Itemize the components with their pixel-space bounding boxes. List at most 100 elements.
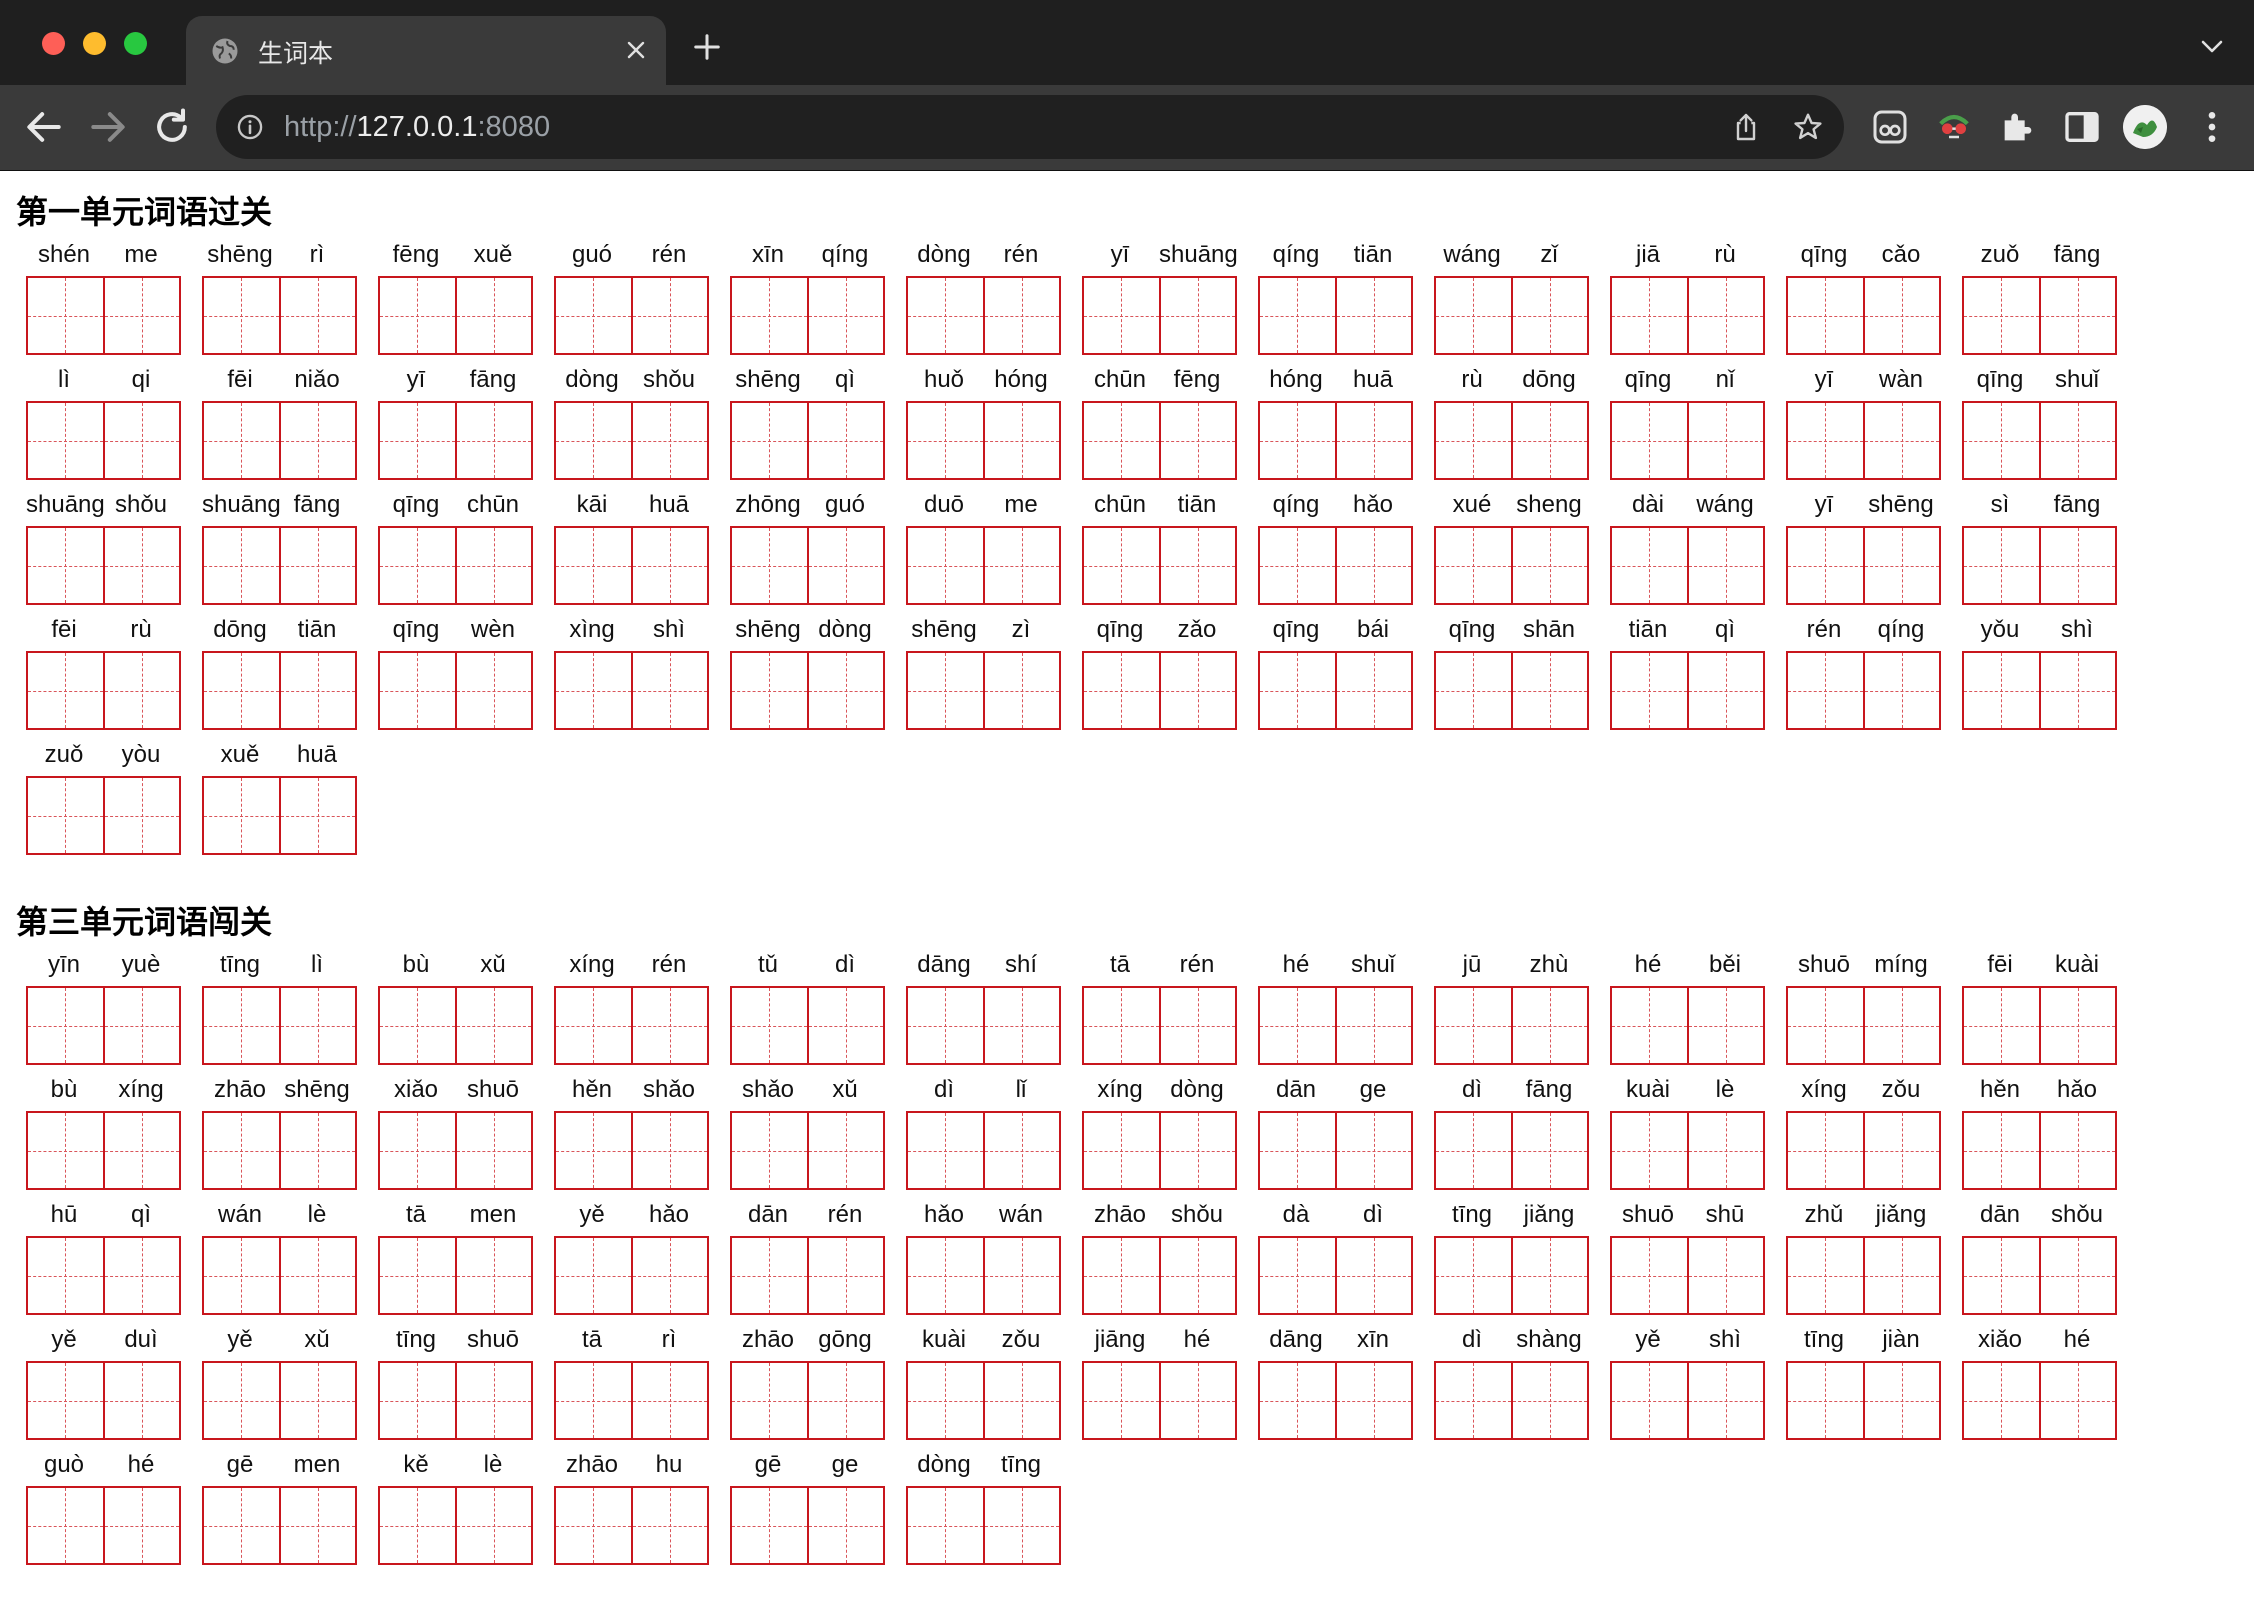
tianzige-cell[interactable]: [1436, 278, 1511, 353]
tianzige-cell[interactable]: [556, 403, 631, 478]
tianzige-cell[interactable]: [1334, 403, 1412, 478]
tianzige-cell[interactable]: [278, 653, 356, 728]
tianzige-cell[interactable]: [2038, 278, 2116, 353]
avatar[interactable]: [2123, 105, 2167, 149]
tianzige-cell[interactable]: [1334, 653, 1412, 728]
tianzige-cell[interactable]: [556, 988, 631, 1063]
tianzige-cell[interactable]: [1334, 1363, 1412, 1438]
tianzige-cell[interactable]: [204, 528, 279, 603]
tianzige-cell[interactable]: [806, 278, 884, 353]
tianzige-cell[interactable]: [204, 1113, 279, 1188]
tianzige-cell[interactable]: [278, 1488, 356, 1563]
star-icon[interactable]: [1792, 111, 1824, 143]
tianzige-cell[interactable]: [2038, 988, 2116, 1063]
tianzige-cell[interactable]: [1612, 1363, 1687, 1438]
tianzige-cell[interactable]: [1334, 1238, 1412, 1313]
tianzige-cell[interactable]: [908, 403, 983, 478]
tianzige-cell[interactable]: [1510, 1238, 1588, 1313]
tianzige-cell[interactable]: [1436, 1363, 1511, 1438]
address-bar[interactable]: http://127.0.0.1:8080: [216, 95, 1844, 159]
tianzige-cell[interactable]: [1964, 1238, 2039, 1313]
tianzige-cell[interactable]: [1612, 653, 1687, 728]
extension-glasses-icon[interactable]: [1934, 107, 1974, 147]
zoom-window-button[interactable]: [124, 32, 147, 55]
tianzige-cell[interactable]: [204, 1488, 279, 1563]
tianzige-cell[interactable]: [1260, 403, 1335, 478]
tianzige-cell[interactable]: [1788, 1363, 1863, 1438]
tianzige-cell[interactable]: [982, 1488, 1060, 1563]
tianzige-cell[interactable]: [1612, 988, 1687, 1063]
tianzige-cell[interactable]: [982, 988, 1060, 1063]
tianzige-cell[interactable]: [556, 1113, 631, 1188]
tianzige-cell[interactable]: [630, 653, 708, 728]
tianzige-cell[interactable]: [1862, 403, 1940, 478]
tianzige-cell[interactable]: [1158, 988, 1236, 1063]
tianzige-cell[interactable]: [278, 1363, 356, 1438]
tianzige-cell[interactable]: [1436, 403, 1511, 478]
tianzige-cell[interactable]: [1686, 1238, 1764, 1313]
tianzige-cell[interactable]: [630, 528, 708, 603]
url-text[interactable]: http://127.0.0.1:8080: [284, 111, 550, 144]
tianzige-cell[interactable]: [1964, 988, 2039, 1063]
tianzige-cell[interactable]: [454, 988, 532, 1063]
tianzige-cell[interactable]: [1612, 403, 1687, 478]
tianzige-cell[interactable]: [380, 1113, 455, 1188]
tianzige-cell[interactable]: [278, 1113, 356, 1188]
tianzige-cell[interactable]: [1260, 988, 1335, 1063]
tianzige-cell[interactable]: [1334, 278, 1412, 353]
tianzige-cell[interactable]: [1158, 528, 1236, 603]
tianzige-cell[interactable]: [1686, 1363, 1764, 1438]
tianzige-cell[interactable]: [380, 988, 455, 1063]
tianzige-cell[interactable]: [380, 1363, 455, 1438]
plus-icon[interactable]: [692, 32, 722, 62]
tianzige-cell[interactable]: [454, 1363, 532, 1438]
tianzige-cell[interactable]: [732, 653, 807, 728]
tianzige-cell[interactable]: [1084, 988, 1159, 1063]
tianzige-cell[interactable]: [1084, 278, 1159, 353]
tianzige-cell[interactable]: [1612, 278, 1687, 353]
tianzige-cell[interactable]: [278, 1238, 356, 1313]
tianzige-cell[interactable]: [732, 278, 807, 353]
tianzige-cell[interactable]: [1686, 528, 1764, 603]
tianzige-cell[interactable]: [2038, 653, 2116, 728]
tianzige-cell[interactable]: [454, 653, 532, 728]
tianzige-cell[interactable]: [102, 988, 180, 1063]
tianzige-cell[interactable]: [908, 1363, 983, 1438]
tianzige-cell[interactable]: [1158, 278, 1236, 353]
tianzige-cell[interactable]: [380, 278, 455, 353]
tianzige-cell[interactable]: [1510, 988, 1588, 1063]
tianzige-cell[interactable]: [1964, 403, 2039, 478]
tianzige-cell[interactable]: [630, 988, 708, 1063]
tianzige-cell[interactable]: [2038, 403, 2116, 478]
tianzige-cell[interactable]: [908, 1488, 983, 1563]
tianzige-cell[interactable]: [908, 988, 983, 1063]
puzzle-icon[interactable]: [1998, 107, 2038, 147]
tianzige-cell[interactable]: [1260, 1363, 1335, 1438]
tianzige-cell[interactable]: [556, 278, 631, 353]
tianzige-cell[interactable]: [2038, 1238, 2116, 1313]
tianzige-cell[interactable]: [556, 528, 631, 603]
tianzige-cell[interactable]: [1260, 278, 1335, 353]
tianzige-cell[interactable]: [1964, 653, 2039, 728]
tianzige-cell[interactable]: [102, 528, 180, 603]
tianzige-cell[interactable]: [1862, 528, 1940, 603]
tianzige-cell[interactable]: [204, 403, 279, 478]
tianzige-cell[interactable]: [1510, 403, 1588, 478]
tianzige-cell[interactable]: [454, 1113, 532, 1188]
tianzige-cell[interactable]: [1158, 653, 1236, 728]
tianzige-cell[interactable]: [1158, 403, 1236, 478]
tianzige-cell[interactable]: [982, 1238, 1060, 1313]
tianzige-cell[interactable]: [28, 988, 103, 1063]
tianzige-cell[interactable]: [1686, 403, 1764, 478]
tianzige-cell[interactable]: [102, 403, 180, 478]
tianzige-cell[interactable]: [908, 1238, 983, 1313]
minimize-window-button[interactable]: [83, 32, 106, 55]
tianzige-cell[interactable]: [1788, 988, 1863, 1063]
tianzige-cell[interactable]: [28, 653, 103, 728]
tianzige-cell[interactable]: [908, 1113, 983, 1188]
tianzige-cell[interactable]: [28, 1113, 103, 1188]
tianzige-cell[interactable]: [1862, 653, 1940, 728]
tianzige-cell[interactable]: [630, 1363, 708, 1438]
tianzige-cell[interactable]: [454, 1238, 532, 1313]
close-icon[interactable]: [624, 38, 648, 62]
